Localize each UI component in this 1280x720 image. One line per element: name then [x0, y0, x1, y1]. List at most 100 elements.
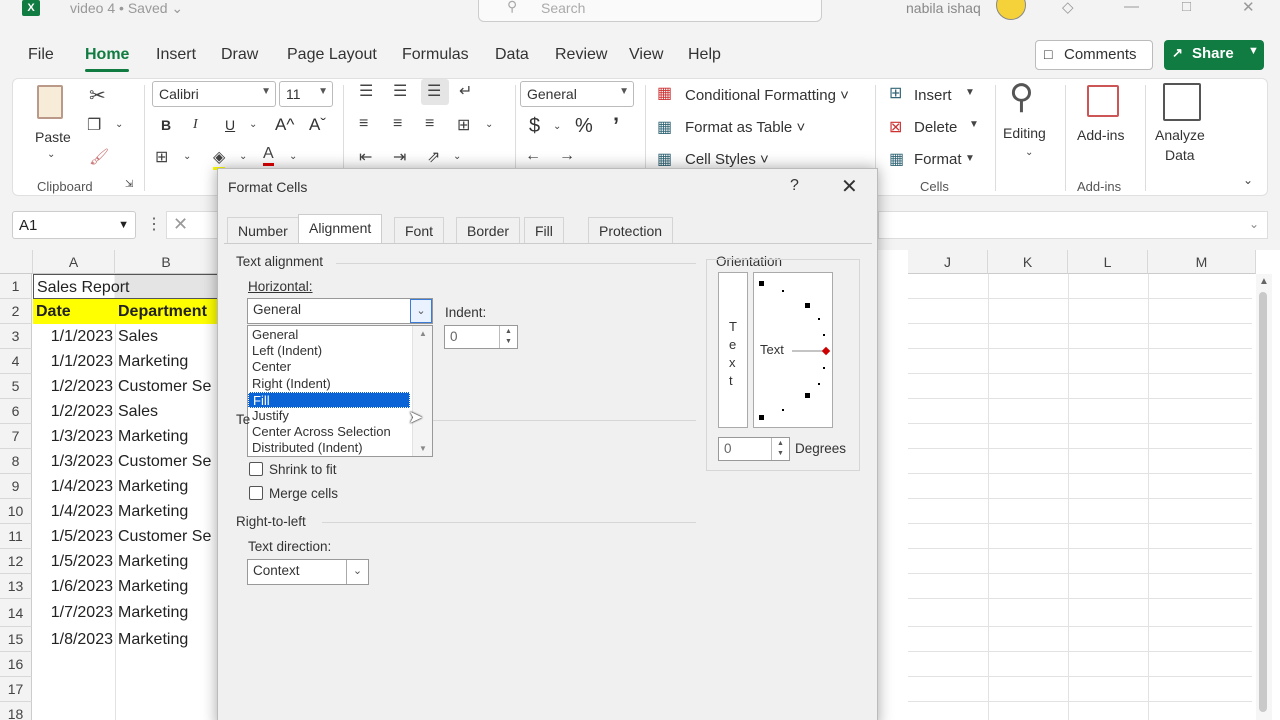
horizontal-alignment-select[interactable]: General ⌄: [247, 298, 433, 324]
align-right-icon[interactable]: ≡: [425, 115, 434, 133]
cell[interactable]: Marketing: [115, 599, 218, 627]
decrease-indent-icon[interactable]: ⇤: [359, 147, 372, 167]
cell[interactable]: 1/7/2023: [33, 599, 115, 627]
cell[interactable]: Date: [33, 299, 115, 324]
italic-button[interactable]: I: [193, 117, 198, 133]
chevron-down-icon[interactable]: ⌄: [1025, 147, 1033, 158]
row-header[interactable]: 3: [0, 324, 32, 349]
avatar[interactable]: [996, 0, 1026, 20]
tab-view[interactable]: View: [629, 46, 663, 64]
shrink-font-button[interactable]: Aˇ: [309, 115, 326, 135]
cell[interactable]: 1/4/2023: [33, 499, 115, 524]
tab-data[interactable]: Data: [495, 46, 529, 64]
editing-search-icon[interactable]: ⚲: [1009, 77, 1034, 117]
cell[interactable]: 1/8/2023: [33, 627, 115, 652]
tab-font[interactable]: Font: [394, 217, 445, 243]
cell[interactable]: 1/1/2023: [33, 324, 115, 349]
row-header[interactable]: 4: [0, 349, 32, 374]
cell[interactable]: 1/1/2023: [33, 349, 115, 374]
decrease-decimal-icon[interactable]: →: [559, 147, 575, 165]
percent-button[interactable]: %: [575, 115, 593, 138]
merge-center-icon[interactable]: ⊞: [457, 115, 470, 135]
analyze-data-label-1[interactable]: Analyze: [1155, 127, 1205, 143]
tab-number[interactable]: Number: [227, 217, 299, 243]
paste-icon[interactable]: [37, 85, 63, 119]
copy-icon[interactable]: ❐: [87, 115, 101, 135]
formula-input[interactable]: ⌄: [878, 211, 1268, 239]
chevron-down-icon[interactable]: ▼: [965, 87, 975, 98]
cell[interactable]: 1/4/2023: [33, 474, 115, 499]
chevron-down-icon[interactable]: ⌄: [453, 151, 461, 162]
chevron-down-icon[interactable]: ⌄: [410, 299, 432, 323]
row-header[interactable]: 5: [0, 374, 32, 399]
indent-input[interactable]: 0 ▲ ▼: [444, 325, 518, 349]
list-option[interactable]: Center Across Selection: [248, 424, 410, 440]
shrink-to-fit-checkbox[interactable]: [249, 462, 263, 476]
cell[interactable]: [33, 702, 115, 720]
spinner-icon[interactable]: ▲ ▼: [499, 326, 517, 348]
orientation-dial[interactable]: Text: [753, 272, 833, 428]
ribbon-collapse-icon[interactable]: ⌄: [1243, 173, 1253, 187]
align-top-icon[interactable]: ☰: [359, 81, 373, 101]
cell[interactable]: Sales: [115, 324, 218, 349]
row-header[interactable]: 6: [0, 399, 32, 424]
tab-formulas[interactable]: Formulas: [402, 46, 469, 64]
restore-icon[interactable]: □: [1182, 0, 1191, 15]
row-header[interactable]: 17: [0, 677, 32, 702]
wrap-text-icon[interactable]: ↵: [459, 81, 472, 101]
insert-cells-button[interactable]: Insert: [914, 87, 952, 104]
cell-a1[interactable]: Sales Report: [33, 274, 218, 299]
tab-insert[interactable]: Insert: [156, 46, 196, 64]
shrink-to-fit-label[interactable]: Shrink to fit: [269, 462, 337, 477]
merge-cells-checkbox[interactable]: [249, 486, 263, 500]
premium-diamond-icon[interactable]: ◇: [1062, 0, 1074, 16]
font-name-select[interactable]: Calibri ▼: [152, 81, 276, 107]
list-scrollbar[interactable]: ▲ ▼: [412, 326, 432, 456]
align-center-icon[interactable]: ≡: [393, 115, 402, 133]
row-header[interactable]: 18: [0, 702, 32, 720]
formula-bar-dots-icon[interactable]: ⋮: [146, 214, 162, 234]
paste-button[interactable]: Paste: [35, 129, 71, 145]
column-header-j[interactable]: J: [908, 250, 988, 274]
cell[interactable]: Marketing: [115, 627, 218, 652]
tab-draw[interactable]: Draw: [221, 46, 258, 64]
fill-color-icon[interactable]: ◈: [213, 147, 226, 170]
cell[interactable]: Marketing: [115, 424, 218, 449]
expand-formula-icon[interactable]: ⌄: [1249, 217, 1259, 231]
name-box[interactable]: A1 ▼: [12, 211, 136, 239]
cell[interactable]: Customer Se: [115, 449, 218, 474]
tab-protection[interactable]: Protection: [588, 217, 674, 243]
cell[interactable]: 1/3/2023: [33, 424, 115, 449]
list-option[interactable]: Fill: [248, 391, 410, 408]
font-color-icon[interactable]: A: [263, 145, 274, 166]
tab-border[interactable]: Border: [456, 217, 521, 243]
user-name[interactable]: nabila ishaq: [906, 0, 981, 16]
list-option[interactable]: Left (Indent): [248, 343, 410, 359]
cell[interactable]: 1/6/2023: [33, 574, 115, 599]
cell[interactable]: [115, 702, 218, 720]
cell[interactable]: Marketing: [115, 499, 218, 524]
cell[interactable]: [115, 677, 218, 702]
chevron-down-icon[interactable]: ⌄: [346, 560, 368, 584]
list-option[interactable]: Distributed (Indent): [248, 440, 410, 456]
cell[interactable]: Department: [115, 299, 218, 324]
share-button[interactable]: ↗ Share ▼: [1164, 40, 1264, 70]
cell[interactable]: [33, 677, 115, 702]
delete-cells-button[interactable]: Delete: [914, 119, 957, 136]
align-bottom-icon[interactable]: ☰: [421, 79, 449, 105]
scroll-up-icon[interactable]: ▲: [1259, 276, 1269, 287]
cell[interactable]: 1/5/2023: [33, 524, 115, 549]
increase-indent-icon[interactable]: ⇥: [393, 147, 406, 167]
chevron-down-icon[interactable]: ▼: [1248, 45, 1259, 57]
row-header[interactable]: 1: [0, 274, 32, 299]
degrees-input[interactable]: 0 ▲ ▼: [718, 437, 790, 461]
grow-font-button[interactable]: A^: [275, 115, 294, 135]
format-cells-button[interactable]: Format: [914, 151, 962, 168]
orientation-icon[interactable]: ⇗: [427, 147, 440, 167]
chevron-down-icon[interactable]: ⌄: [289, 151, 297, 162]
align-left-icon[interactable]: ≡: [359, 115, 368, 133]
add-ins-button[interactable]: Add-ins: [1077, 127, 1124, 143]
column-header-k[interactable]: K: [988, 250, 1068, 274]
cell[interactable]: [115, 652, 218, 677]
column-header-b[interactable]: B: [115, 250, 218, 274]
